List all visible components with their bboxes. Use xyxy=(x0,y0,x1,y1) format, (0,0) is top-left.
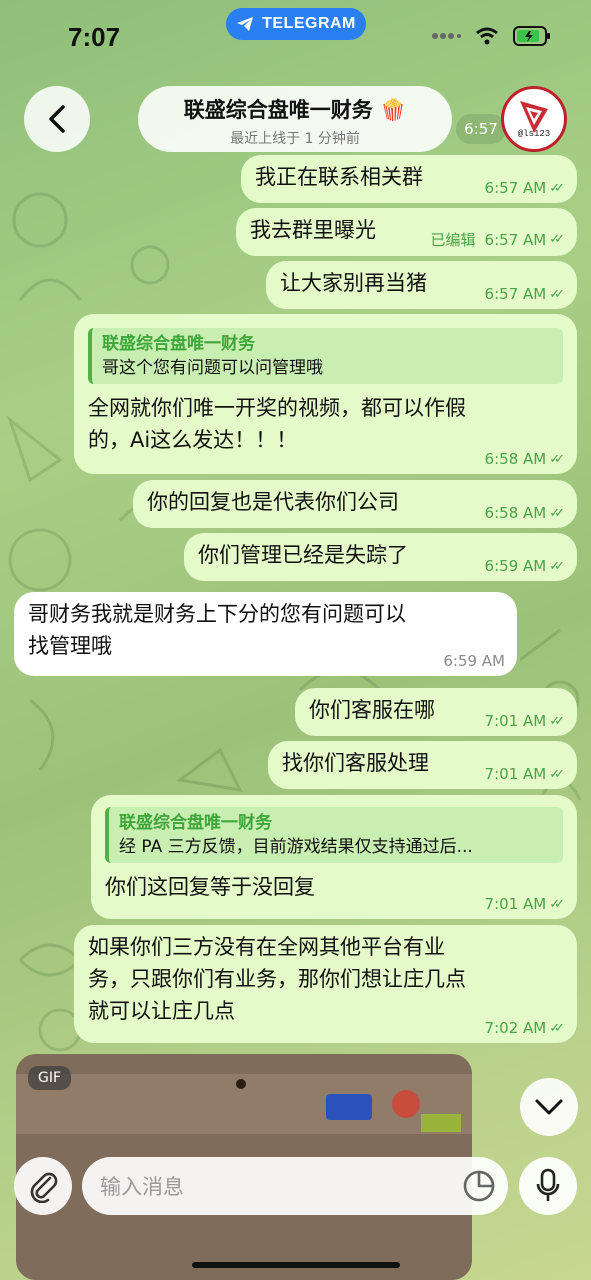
sticker-icon[interactable] xyxy=(462,1169,496,1203)
message-bubble[interactable]: 哥财务我就是财务上下分的您有问题可以 找管理哦 6:59 AM xyxy=(14,592,517,676)
message-time: 6:57 AM xyxy=(484,230,547,249)
reply-text: 哥这个您有问题可以问管理哦 xyxy=(102,358,323,378)
microphone-button[interactable] xyxy=(519,1157,577,1215)
message-text-line2: 找管理哦 xyxy=(28,634,112,658)
signal-icon xyxy=(432,33,461,39)
attach-button[interactable] xyxy=(14,1157,72,1215)
home-indicator xyxy=(192,1262,400,1268)
battery-icon xyxy=(513,26,550,46)
message-bubble[interactable]: 你们客服在哪 7:01 AM ✓✓ xyxy=(295,688,577,736)
message-bubble[interactable]: 联盛综合盘唯一财务 哥这个您有问题可以问管理哦 全网就你们唯一开奖的视频，都可以… xyxy=(74,314,577,474)
reply-author: 联盛综合盘唯一财务 xyxy=(119,813,272,833)
message-bubble[interactable]: 我去群里曝光 已编辑 6:57 AM ✓✓ xyxy=(236,208,577,256)
double-check-icon: ✓✓ xyxy=(549,505,565,521)
double-check-icon: ✓✓ xyxy=(549,896,565,912)
message-meta: 7:01 AM ✓✓ xyxy=(485,765,565,783)
reply-text: 经 PA 三方反馈，目前游戏结果仅支持通过后... xyxy=(119,837,473,857)
message-bubble[interactable]: 让大家别再当猪 6:57 AM ✓✓ xyxy=(266,261,577,309)
double-check-icon: ✓✓ xyxy=(549,766,565,782)
scroll-down-button[interactable] xyxy=(520,1078,578,1136)
reply-quote[interactable]: 联盛综合盘唯一财务 经 PA 三方反馈，目前游戏结果仅支持通过后... xyxy=(105,807,563,863)
status-bar: 7:07 TELEGRAM xyxy=(0,0,591,80)
double-check-icon: ✓✓ xyxy=(549,713,565,729)
double-check-icon: ✓✓ xyxy=(549,180,565,196)
chevron-down-icon xyxy=(535,1099,563,1115)
avatar[interactable]: @ls123 xyxy=(501,86,567,152)
double-check-icon: ✓✓ xyxy=(549,451,565,467)
message-bubble[interactable]: 我正在联系相关群 6:57 AM ✓✓ xyxy=(241,155,577,203)
message-bubble[interactable]: 如果你们三方没有在全网其他平台有业 务，只跟你们有业务，那你们想让庄几点 就可以… xyxy=(74,925,577,1043)
message-meta: 6:58 AM ✓✓ xyxy=(485,450,565,468)
message-text: 全网就你们唯一开奖的视频，都可以作假 xyxy=(88,396,466,420)
message-time: 6:58 AM xyxy=(484,504,547,522)
message-time: 7:01 AM xyxy=(484,895,547,913)
logo-icon xyxy=(520,101,548,133)
gif-badge: GIF xyxy=(28,1066,72,1090)
message-time: 6:59 AM xyxy=(484,557,547,575)
reply-quote[interactable]: 联盛综合盘唯一财务 哥这个您有问题可以问管理哦 xyxy=(88,328,563,384)
message-text: 如果你们三方没有在全网其他平台有业 xyxy=(88,935,445,959)
message-input-placeholder: 输入消息 xyxy=(100,1175,184,1199)
double-check-icon: ✓✓ xyxy=(549,286,565,302)
chevron-left-icon xyxy=(49,105,65,133)
telegram-pill[interactable]: TELEGRAM xyxy=(226,8,366,40)
message-meta: 6:57 AM ✓✓ xyxy=(485,285,565,303)
message-meta: 7:01 AM ✓✓ xyxy=(485,712,565,730)
status-time: 7:07 xyxy=(68,22,121,52)
paperclip-icon xyxy=(30,1172,58,1203)
message-time: 7:01 AM xyxy=(484,765,547,783)
message-input[interactable]: 输入消息 xyxy=(82,1157,508,1215)
paper-plane-icon xyxy=(237,17,254,31)
message-time: 6:57 AM xyxy=(484,179,547,197)
message-meta: 7:01 AM ✓✓ xyxy=(485,895,565,913)
message-bubble[interactable]: 联盛综合盘唯一财务 经 PA 三方反馈，目前游戏结果仅支持通过后... 你们这回… xyxy=(91,795,577,919)
message-meta: 7:02 AM ✓✓ xyxy=(485,1019,565,1037)
wifi-icon xyxy=(476,27,498,45)
message-bubble[interactable]: 找你们客服处理 7:01 AM ✓✓ xyxy=(268,741,577,789)
microphone-icon xyxy=(536,1168,560,1201)
message-time: 7:01 AM xyxy=(484,712,547,730)
double-check-icon: ✓✓ xyxy=(549,558,565,574)
message-time: 6:58 AM xyxy=(484,450,547,468)
message-bubble[interactable]: 你们管理已经是失踪了 6:59 AM ✓✓ xyxy=(184,533,577,581)
message-text: 哥财务我就是财务上下分的您有问题可以 xyxy=(28,602,406,626)
edited-label: 已编辑 xyxy=(430,231,476,249)
telegram-pill-label: TELEGRAM xyxy=(262,15,356,32)
date-peek: 6:57 xyxy=(456,114,506,144)
message-time: 6:57 AM xyxy=(484,285,547,303)
status-icons xyxy=(431,26,551,46)
message-meta: 6:57 AM ✓✓ xyxy=(485,179,565,197)
message-meta: 6:58 AM ✓✓ xyxy=(485,504,565,522)
message-meta: 6:59 AM xyxy=(443,652,505,670)
last-seen-status: 最近上线于 1 分钟前 xyxy=(230,131,360,147)
chat-title: 联盛综合盘唯一财务 🍿 xyxy=(183,98,407,122)
message-meta: 已编辑 6:57 AM ✓✓ xyxy=(431,229,565,250)
message-text-line2: 务，只跟你们有业务，那你们想让庄几点 xyxy=(88,967,466,991)
message-time: 7:02 AM xyxy=(484,1019,547,1037)
back-button[interactable] xyxy=(24,86,90,152)
double-check-icon: ✓✓ xyxy=(549,1020,565,1036)
reply-author: 联盛综合盘唯一财务 xyxy=(102,334,255,354)
double-check-icon: ✓✓ xyxy=(549,232,565,247)
message-bubble[interactable]: 你的回复也是代表你们公司 6:58 AM ✓✓ xyxy=(133,480,577,528)
message-time: 6:59 AM xyxy=(443,652,505,670)
chat-header[interactable]: 联盛综合盘唯一财务 🍿 最近上线于 1 分钟前 xyxy=(138,86,452,152)
avatar-handle: @ls123 xyxy=(517,129,551,139)
message-meta: 6:59 AM ✓✓ xyxy=(485,557,565,575)
